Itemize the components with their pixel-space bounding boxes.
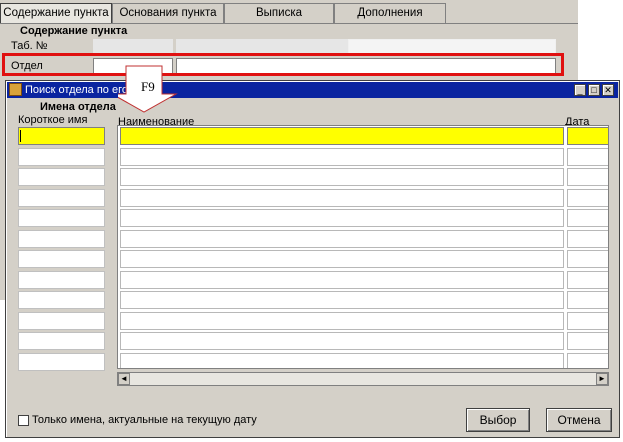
table-row[interactable] xyxy=(118,270,608,290)
table-row[interactable] xyxy=(118,147,608,167)
close-icon[interactable]: ✕ xyxy=(602,84,614,96)
dept-search-dialog: Поиск отдела по его _ □ ✕ Имена отдела К… xyxy=(5,80,620,438)
table-row[interactable] xyxy=(118,126,608,146)
section-title: Содержание пункта xyxy=(20,25,128,37)
date-cell[interactable] xyxy=(567,311,608,330)
name-cell[interactable] xyxy=(120,291,564,309)
date-cell[interactable] xyxy=(567,229,608,248)
results-grid xyxy=(117,125,609,369)
short-name-cell[interactable] xyxy=(18,127,105,145)
short-name-cell[interactable] xyxy=(18,188,105,207)
name-cell[interactable] xyxy=(120,127,564,145)
tab-content[interactable]: Содержание пункта xyxy=(0,3,112,23)
date-cell[interactable] xyxy=(567,188,608,207)
tab-no-label: Таб. № xyxy=(11,40,48,52)
maximize-icon[interactable]: □ xyxy=(588,84,600,96)
short-name-cell[interactable] xyxy=(18,147,105,166)
dialog-titlebar[interactable]: Поиск отдела по его _ □ ✕ xyxy=(7,82,618,98)
scroll-right-icon[interactable]: ► xyxy=(596,373,608,385)
name-cell[interactable] xyxy=(120,270,564,289)
name-cell[interactable] xyxy=(120,168,564,186)
short-name-cell[interactable] xyxy=(18,209,105,227)
f9-label: F9 xyxy=(141,79,155,94)
name-cell[interactable] xyxy=(120,147,564,166)
col-short-name-header: Короткое имя xyxy=(18,114,88,126)
date-cell[interactable] xyxy=(567,291,608,309)
table-row[interactable] xyxy=(118,311,608,331)
window-controls: _ □ ✕ xyxy=(574,84,616,96)
name-cell[interactable] xyxy=(120,229,564,248)
app-icon xyxy=(9,83,22,96)
date-cell[interactable] xyxy=(567,147,608,166)
name-cell[interactable] xyxy=(120,188,564,207)
tab-no-name-field[interactable] xyxy=(176,39,348,54)
names-section-title: Имена отдела xyxy=(40,101,116,113)
short-name-cell[interactable] xyxy=(18,332,105,350)
tab-no-field[interactable] xyxy=(93,39,173,54)
current-only-checkbox[interactable] xyxy=(18,415,29,426)
date-cell[interactable] xyxy=(567,168,608,186)
tab-no-extra-field[interactable] xyxy=(348,39,556,54)
f9-callout: F9 xyxy=(118,64,188,116)
name-cell[interactable] xyxy=(120,311,564,330)
name-cell[interactable] xyxy=(120,250,564,268)
minimize-icon[interactable]: _ xyxy=(574,84,586,96)
date-cell[interactable] xyxy=(567,270,608,289)
date-cell[interactable] xyxy=(567,127,608,145)
table-row[interactable] xyxy=(118,352,608,368)
table-row[interactable] xyxy=(118,229,608,249)
date-cell[interactable] xyxy=(567,332,608,350)
dialog-title: Поиск отдела по его xyxy=(25,84,128,96)
tab-extract[interactable]: Выписка xyxy=(224,3,334,23)
select-button[interactable]: Выбор xyxy=(466,408,530,432)
date-cell[interactable] xyxy=(567,250,608,268)
short-name-cell[interactable] xyxy=(18,311,105,330)
table-row[interactable] xyxy=(118,188,608,208)
short-name-cell[interactable] xyxy=(18,352,105,371)
tab-additions[interactable]: Дополнения xyxy=(334,3,446,23)
short-name-cell[interactable] xyxy=(18,168,105,186)
table-row[interactable] xyxy=(118,208,608,228)
table-row[interactable] xyxy=(118,167,608,187)
date-cell[interactable] xyxy=(567,209,608,227)
short-name-cell[interactable] xyxy=(18,291,105,309)
table-row[interactable] xyxy=(118,249,608,269)
table-row[interactable] xyxy=(118,290,608,310)
dialog-body: Имена отдела Короткое имя Наименование Д… xyxy=(6,99,619,437)
date-cell[interactable] xyxy=(567,352,608,368)
short-name-cell[interactable] xyxy=(18,229,105,248)
dept-highlight-box xyxy=(2,53,564,76)
name-cell[interactable] xyxy=(120,352,564,368)
short-name-cell[interactable] xyxy=(18,270,105,289)
name-cell[interactable] xyxy=(120,209,564,227)
scroll-left-icon[interactable]: ◄ xyxy=(118,373,130,385)
tab-divider xyxy=(0,23,578,24)
current-only-label: Только имена, актуальные на текущую дату xyxy=(32,414,257,426)
name-cell[interactable] xyxy=(120,332,564,350)
horizontal-scrollbar[interactable]: ◄ ► xyxy=(117,372,609,386)
tab-grounds[interactable]: Основания пункта xyxy=(112,3,224,23)
short-name-cell[interactable] xyxy=(18,250,105,268)
cancel-button[interactable]: Отмена xyxy=(546,408,612,432)
table-row[interactable] xyxy=(118,331,608,351)
